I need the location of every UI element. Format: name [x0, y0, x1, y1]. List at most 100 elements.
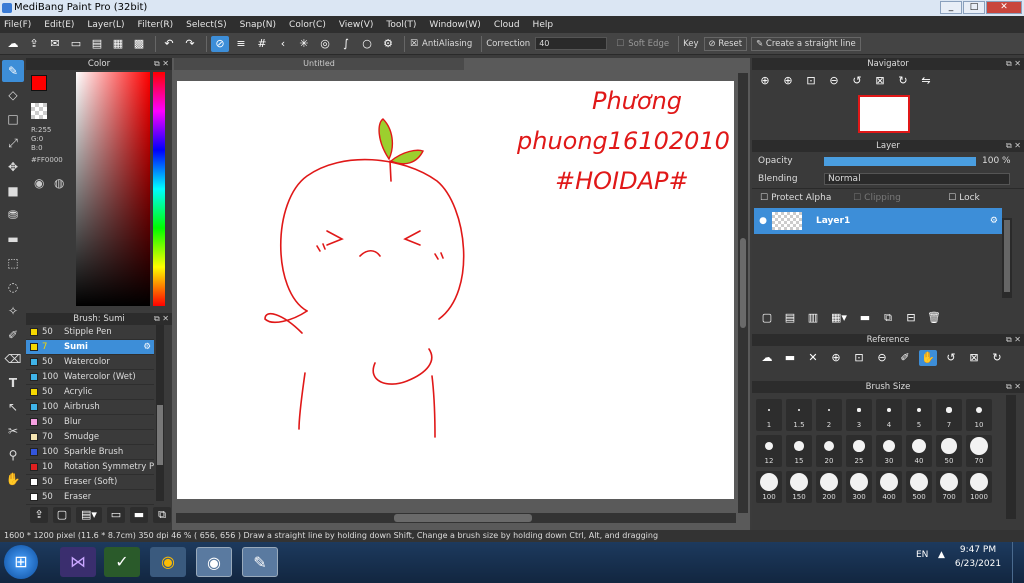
reference-cloud-icon[interactable]: ☁	[758, 350, 776, 366]
panel-close-icon[interactable]: ⧉ ✕	[1006, 58, 1021, 70]
brush-tool-icon[interactable]: ✎	[2, 60, 24, 82]
green-app-taskbar-icon[interactable]: ✓	[104, 547, 140, 577]
brush-scrollbar[interactable]	[156, 325, 164, 501]
brush-size-button[interactable]: 50	[936, 435, 962, 467]
reference-reset-icon[interactable]: ⊠	[965, 350, 983, 366]
blur-tool-icon[interactable]: ⤢	[2, 132, 24, 154]
new-8bit-layer-icon[interactable]: ▥	[804, 310, 822, 326]
add-brush-icon[interactable]: ▤▾	[76, 507, 102, 523]
brush-item[interactable]: 50 Eraser (Soft)	[26, 475, 154, 490]
brush-item[interactable]: 100 Airbrush	[26, 400, 154, 415]
reference-open-icon[interactable]: ▬	[781, 350, 799, 366]
lasso-tool-icon[interactable]: ◌	[2, 276, 24, 298]
brush-edit-icon[interactable]: ▭	[107, 507, 125, 523]
reference-eyedropper-icon[interactable]: ✐	[896, 350, 914, 366]
brush-size-button[interactable]: 5	[906, 399, 932, 431]
merge-layer-icon[interactable]: ⊟	[902, 310, 920, 326]
brush-size-button[interactable]: 1000	[966, 471, 992, 503]
correction-select[interactable]: 40	[535, 37, 608, 50]
antialiasing-checkbox[interactable]: ☒	[409, 36, 419, 52]
move-tool-icon[interactable]: ✥	[2, 156, 24, 178]
close-button[interactable]: ✕	[986, 1, 1022, 14]
brush-size-button[interactable]: 3	[846, 399, 872, 431]
parallel-snap-icon[interactable]: ≡	[232, 36, 250, 52]
saturation-brightness-picker[interactable]	[76, 72, 150, 306]
fill-shape-tool-icon[interactable]: ■	[2, 180, 24, 202]
clock-time[interactable]: 9:47 PM	[958, 545, 998, 555]
brush-size-button[interactable]: 150	[786, 471, 812, 503]
brush-size-button[interactable]: 400	[876, 471, 902, 503]
vanishing-snap-icon[interactable]: ‹	[274, 36, 292, 52]
cloud-icon[interactable]: ☁	[4, 36, 22, 52]
bucket-tool-icon[interactable]: ⛃	[2, 204, 24, 226]
brush-size-button[interactable]: 12	[756, 435, 782, 467]
brush-size-button[interactable]: 200	[816, 471, 842, 503]
page-icon[interactable]: ▤	[88, 36, 106, 52]
menu-select[interactable]: Select(S)	[186, 20, 227, 30]
brush-item[interactable]: 50 Stipple Pen	[26, 325, 154, 340]
palette-icon[interactable]: ◉	[34, 176, 44, 190]
canvas-horizontal-scrollbar[interactable]	[176, 513, 736, 523]
brush-item[interactable]: 7 Sumi ⚙	[26, 340, 154, 355]
opacity-slider[interactable]	[824, 156, 976, 166]
menu-window[interactable]: Window(W)	[429, 20, 480, 30]
delete-layer-icon[interactable]: 🗑	[925, 310, 943, 326]
brush-item[interactable]: 70 Smudge	[26, 430, 154, 445]
brush-size-button[interactable]: 100	[756, 471, 782, 503]
brush-size-button[interactable]: 500	[906, 471, 932, 503]
layer-folder-icon[interactable]: ▬	[856, 310, 874, 326]
reference-rotate-right-icon[interactable]: ↻	[988, 350, 1006, 366]
menu-file[interactable]: File(F)	[4, 20, 31, 30]
brush-item[interactable]: 50 Watercolor	[26, 355, 154, 370]
snap-off-icon[interactable]: ⊘	[211, 35, 229, 52]
brush-size-button[interactable]: 40	[906, 435, 932, 467]
brush-size-button[interactable]: 10	[966, 399, 992, 431]
layer-scrollbar[interactable]	[1002, 218, 1012, 298]
brush-size-button[interactable]: 15	[786, 435, 812, 467]
menu-help[interactable]: Help	[533, 20, 554, 30]
comment-icon[interactable]: ✉	[46, 36, 64, 52]
panel-close-icon[interactable]: ⧉ ✕	[154, 58, 169, 70]
menu-layer[interactable]: Layer(L)	[87, 20, 124, 30]
straight-line-button[interactable]: ✎ Create a straight line	[751, 36, 861, 51]
reset-button[interactable]: ⊘ Reset	[703, 36, 748, 51]
brush-item[interactable]: 100 Watercolor (Wet)	[26, 370, 154, 385]
color-settings-icon[interactable]: ◍	[54, 176, 64, 190]
brush-cloud-icon[interactable]: ⇪	[30, 507, 48, 523]
layer-row[interactable]: ● Layer1 ⚙	[754, 208, 1002, 234]
eyedropper-tool-icon[interactable]: ⚲	[2, 444, 24, 466]
zoom-out-icon[interactable]: ⊖	[825, 73, 843, 89]
brush-size-button[interactable]: 25	[846, 435, 872, 467]
soft-edge-checkbox[interactable]: ☐	[615, 36, 625, 52]
menu-snap[interactable]: Snap(N)	[240, 20, 276, 30]
zoom-in-icon[interactable]: ⊕	[756, 73, 774, 89]
new-brush-icon[interactable]: ▢	[53, 507, 71, 523]
menu-cloud[interactable]: Cloud	[494, 20, 520, 30]
reference-hand-icon[interactable]: ✋	[919, 350, 937, 366]
text-tool-icon[interactable]: T	[2, 372, 24, 394]
brush-size-button[interactable]: 1.5	[786, 399, 812, 431]
panel-close-icon[interactable]: ⧉ ✕	[154, 313, 169, 325]
ring-snap-icon[interactable]: ○	[358, 36, 376, 52]
brush-item[interactable]: 10 Rotation Symmetry P	[26, 460, 154, 475]
menu-tool[interactable]: Tool(T)	[386, 20, 416, 30]
drawing-canvas[interactable]: Phương phuong16102010 #HOIDAP#	[177, 81, 734, 499]
chrome-active-taskbar-icon[interactable]: ◉	[196, 547, 232, 577]
start-button[interactable]: ⊞	[4, 545, 38, 579]
brush-size-button[interactable]: 70	[966, 435, 992, 467]
brush-size-button[interactable]: 30	[876, 435, 902, 467]
new-layer-icon[interactable]: ▢	[758, 310, 776, 326]
magic-wand-tool-icon[interactable]: ✧	[2, 300, 24, 322]
speech-icon[interactable]: ▭	[67, 36, 85, 52]
reference-zoom-out-icon[interactable]: ⊖	[873, 350, 891, 366]
layer-visibility-icon[interactable]: ●	[754, 216, 772, 226]
duplicate-layer-icon[interactable]: ⧉	[879, 310, 897, 326]
brush-item[interactable]: 50 Eraser	[26, 490, 154, 505]
brush-size-button[interactable]: 7	[936, 399, 962, 431]
new-halftone-layer-icon[interactable]: ▤	[781, 310, 799, 326]
medibang-taskbar-icon[interactable]: ✎	[242, 547, 278, 577]
add-layer-menu-icon[interactable]: ▦▾	[827, 310, 851, 326]
reference-zoom-in-icon[interactable]: ⊕	[827, 350, 845, 366]
menu-filter[interactable]: Filter(R)	[138, 20, 174, 30]
reference-rotate-left-icon[interactable]: ↺	[942, 350, 960, 366]
